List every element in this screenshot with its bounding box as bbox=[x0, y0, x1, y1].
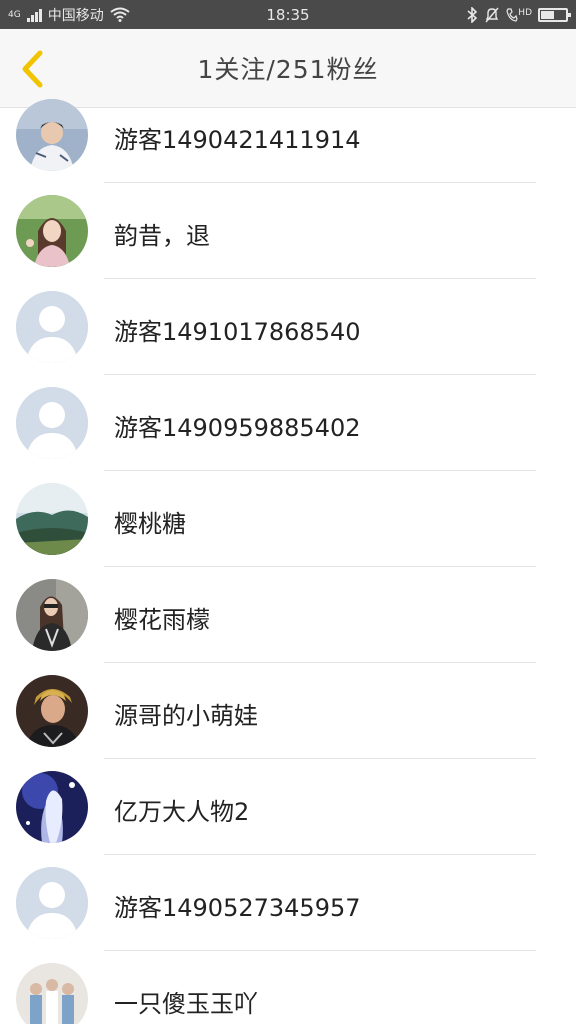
header-bar: 1关注/251粉丝 bbox=[0, 29, 576, 108]
network-type: 4G bbox=[8, 9, 21, 20]
avatar[interactable] bbox=[16, 483, 88, 555]
status-bar: 4G 中国移动 18:35 HD bbox=[0, 0, 576, 29]
default-avatar-icon bbox=[16, 867, 88, 939]
list-item[interactable]: 樱桃糖 bbox=[0, 471, 576, 567]
avatar[interactable] bbox=[16, 771, 88, 843]
page-title: 1关注/251粉丝 bbox=[197, 55, 379, 84]
user-name: 韵昔，退 bbox=[114, 222, 210, 250]
user-name: 源哥的小萌娃 bbox=[114, 702, 258, 730]
status-right: HD bbox=[466, 6, 571, 23]
hd-label: HD bbox=[518, 7, 532, 18]
avatar[interactable] bbox=[16, 387, 88, 459]
hd-call-icon: HD bbox=[506, 8, 532, 22]
list-item[interactable]: 游客1491017868540 bbox=[0, 279, 576, 375]
default-avatar-icon bbox=[16, 387, 88, 459]
list-item[interactable]: 亿万大人物2 bbox=[0, 759, 576, 855]
battery-icon bbox=[538, 7, 571, 22]
signal-icon bbox=[26, 8, 42, 22]
list-item[interactable]: 樱花雨檬 bbox=[0, 567, 576, 663]
avatar[interactable] bbox=[16, 675, 88, 747]
user-name: 游客1490527345957 bbox=[114, 894, 361, 922]
user-name: 樱桃糖 bbox=[114, 510, 186, 538]
list-item[interactable]: 源哥的小萌娃 bbox=[0, 663, 576, 759]
avatar[interactable] bbox=[16, 867, 88, 939]
avatar[interactable] bbox=[16, 963, 88, 1024]
mute-bell-icon bbox=[485, 7, 499, 22]
avatar[interactable] bbox=[16, 291, 88, 363]
user-name: 樱花雨檬 bbox=[114, 606, 210, 634]
fans-list: 游客1490421411914 韵昔，退 游客1491017868540 游客1… bbox=[0, 99, 576, 1024]
user-name: 亿万大人物2 bbox=[114, 798, 250, 826]
user-name: 游客1491017868540 bbox=[114, 318, 361, 346]
wifi-icon bbox=[110, 7, 130, 22]
user-name: 游客1490959885402 bbox=[114, 414, 361, 442]
avatar[interactable] bbox=[16, 195, 88, 267]
avatar[interactable] bbox=[16, 99, 88, 171]
chevron-left-icon bbox=[22, 50, 43, 88]
list-item[interactable]: 一只傻玉玉吖 bbox=[0, 951, 576, 1024]
user-name: 游客1490421411914 bbox=[114, 126, 361, 154]
list-item[interactable]: 游客1490959885402 bbox=[0, 375, 576, 471]
list-item[interactable]: 韵昔，退 bbox=[0, 183, 576, 279]
avatar[interactable] bbox=[16, 579, 88, 651]
user-name: 一只傻玉玉吖 bbox=[114, 990, 258, 1018]
bluetooth-icon bbox=[467, 6, 478, 23]
back-button[interactable] bbox=[12, 48, 52, 90]
list-item[interactable]: 游客1490527345957 bbox=[0, 855, 576, 951]
default-avatar-icon bbox=[16, 291, 88, 363]
list-item[interactable]: 游客1490421411914 bbox=[0, 99, 576, 183]
status-left: 4G 中国移动 bbox=[8, 5, 130, 25]
carrier-name: 中国移动 bbox=[47, 7, 104, 24]
